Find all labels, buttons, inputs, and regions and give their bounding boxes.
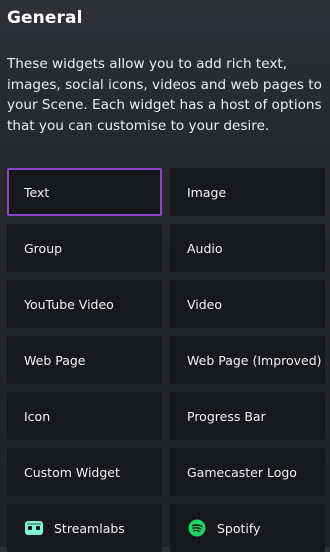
widget-grid: Text Image Group Audio YouTube Video Vid…	[7, 168, 325, 552]
widget-tile-gamecaster-logo[interactable]: Gamecaster Logo	[170, 448, 325, 496]
widget-tile-group[interactable]: Group	[7, 224, 162, 272]
widget-tile-spotify[interactable]: Spotify	[170, 504, 325, 552]
widget-label: Group	[24, 240, 63, 256]
streamlabs-icon	[24, 518, 44, 538]
widget-label: Text	[24, 184, 50, 200]
widget-tile-web-page[interactable]: Web Page	[7, 336, 162, 384]
widget-label: YouTube Video	[24, 296, 114, 312]
widget-label: Spotify	[217, 520, 261, 536]
widget-label: Gamecaster Logo	[187, 464, 297, 480]
widget-label: Streamlabs	[54, 520, 125, 536]
widget-label: Image	[187, 184, 227, 200]
spotify-icon	[187, 518, 207, 538]
widget-tile-image[interactable]: Image	[170, 168, 325, 216]
widget-tile-icon[interactable]: Icon	[7, 392, 162, 440]
widget-label: Web Page (Improved)	[187, 352, 322, 368]
widget-tile-youtube-video[interactable]: YouTube Video	[7, 280, 162, 328]
widget-tile-progress-bar[interactable]: Progress Bar	[170, 392, 325, 440]
widget-label: Icon	[24, 408, 51, 424]
widget-tile-video[interactable]: Video	[170, 280, 325, 328]
widget-tile-audio[interactable]: Audio	[170, 224, 325, 272]
section-description: These widgets allow you to add rich text…	[7, 56, 322, 134]
widget-label: Video	[187, 296, 223, 312]
widget-label: Web Page	[24, 352, 86, 368]
widget-tile-streamlabs[interactable]: Streamlabs	[7, 504, 162, 552]
widget-tile-text[interactable]: Text	[7, 168, 162, 216]
widget-label: Progress Bar	[187, 408, 266, 424]
widget-label: Custom Widget	[24, 464, 120, 480]
widget-tile-web-page-improved[interactable]: Web Page (Improved)	[170, 336, 325, 384]
widget-label: Audio	[187, 240, 223, 256]
widget-tile-custom-widget[interactable]: Custom Widget	[7, 448, 162, 496]
section-title: General	[7, 8, 83, 28]
